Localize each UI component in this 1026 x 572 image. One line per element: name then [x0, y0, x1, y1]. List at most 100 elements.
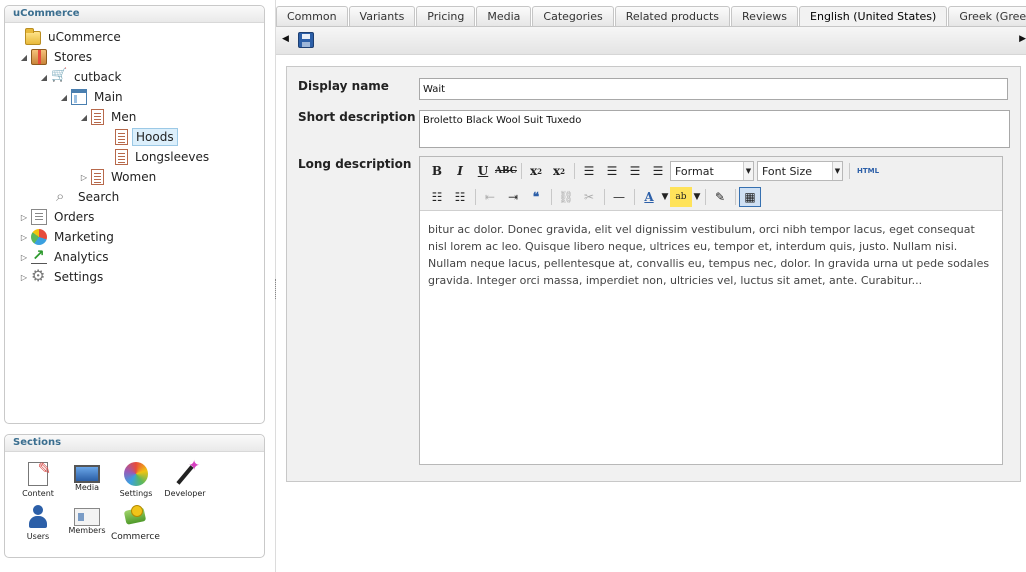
align-left-icon[interactable]: ☰ [578, 161, 600, 181]
expanded-arrow-icon[interactable]: ◢ [79, 113, 89, 122]
tab-common[interactable]: Common [276, 6, 348, 26]
line-chart-icon [31, 246, 47, 265]
collapsed-arrow-icon[interactable]: ▷ [19, 253, 29, 262]
collapsed-arrow-icon[interactable]: ▷ [19, 273, 29, 282]
long-description-label: Long description [298, 157, 412, 171]
tree-node-cutback[interactable]: ◢ cutback [39, 68, 124, 86]
tab-variants[interactable]: Variants [348, 6, 416, 26]
outdent-icon[interactable]: ⇤ [479, 187, 501, 207]
section-label: Settings [119, 489, 153, 498]
shopping-cart-icon [51, 68, 67, 85]
superscript-icon[interactable]: x2 [548, 161, 570, 181]
font-size-select[interactable]: Font Size ▼ [757, 161, 843, 181]
expanded-arrow-icon[interactable]: ◢ [19, 53, 29, 62]
tab-categories[interactable]: Categories [532, 6, 614, 26]
user-icon [25, 505, 51, 529]
tree-node-settings[interactable]: ▷ Settings [19, 266, 106, 286]
underline-icon[interactable]: U [472, 161, 494, 181]
tree-node-marketing[interactable]: ▷ Marketing [19, 228, 117, 246]
numbered-list-icon[interactable]: ☷ [449, 187, 471, 207]
align-center-icon[interactable]: ☰ [601, 161, 623, 181]
tab-greek-greece[interactable]: Greek (Greece) [948, 6, 1026, 26]
sections-panel-title: Sections [5, 435, 264, 452]
bullet-list-icon[interactable]: ☷ [426, 187, 448, 207]
tab-english-united-states[interactable]: English (United States) [799, 6, 948, 26]
indent-icon[interactable]: ⇥ [502, 187, 524, 207]
section-media[interactable]: Media [63, 462, 111, 492]
chevron-down-icon[interactable]: ▼ [693, 187, 701, 207]
collapsed-arrow-icon[interactable]: ▷ [19, 233, 29, 242]
tab-media[interactable]: Media [476, 6, 532, 26]
chevron-down-icon[interactable]: ▼ [661, 187, 669, 207]
tree-node-longsleeves[interactable]: Longsleeves [103, 148, 212, 166]
short-description-label: Short description [298, 110, 416, 124]
product-tabs: Common Variants Pricing Media Categories… [276, 6, 1026, 26]
section-users[interactable]: Users [14, 505, 62, 541]
tree-node-search[interactable]: Search [43, 187, 122, 206]
tree-node-hoods[interactable]: Hoods [103, 128, 178, 146]
tab-pricing[interactable]: Pricing [416, 6, 476, 26]
tree-node-label: Search [78, 190, 120, 204]
splitter-grip[interactable] [275, 279, 278, 299]
align-right-icon[interactable]: ☰ [624, 161, 646, 181]
unlink-icon[interactable]: ✂ [578, 187, 600, 207]
collapsed-arrow-icon[interactable]: ▷ [79, 173, 89, 182]
tree-node-men[interactable]: ◢ Men [79, 108, 139, 126]
display-name-input[interactable] [419, 78, 1008, 100]
product-form: Display name Short description Broletto … [286, 66, 1021, 482]
tree-node-label: Longsleeves [135, 150, 210, 164]
tab-reviews[interactable]: Reviews [731, 6, 799, 26]
tree-node-label: Analytics [54, 250, 109, 264]
category-icon [115, 129, 128, 145]
bold-icon[interactable]: B [426, 161, 448, 181]
collapsed-arrow-icon[interactable]: ▷ [19, 213, 29, 222]
tree-node-main[interactable]: ◢ Main [59, 88, 126, 106]
tree-node-ucommerce[interactable]: uCommerce [13, 28, 124, 46]
expanded-arrow-icon[interactable]: ◢ [59, 93, 69, 102]
members-card-icon [74, 508, 100, 526]
font-size-select-value: Font Size [762, 164, 813, 178]
link-icon[interactable]: ⛓ [555, 187, 577, 207]
section-content[interactable]: Content [14, 459, 62, 498]
tree-node-label: Women [111, 170, 157, 184]
align-justify-icon[interactable]: ☰ [647, 161, 669, 181]
tree-node-label: Hoods [132, 128, 178, 146]
chevron-down-icon: ▼ [832, 162, 842, 180]
tree-node-label: Orders [54, 210, 95, 224]
html-source-button[interactable]: HTML [857, 167, 879, 175]
section-label: Content [22, 489, 54, 498]
scroll-left-icon[interactable]: ◀ [282, 34, 289, 44]
tree-node-analytics[interactable]: ▷ Analytics [19, 246, 112, 266]
section-label: Developer [164, 489, 206, 498]
format-select[interactable]: Format ▼ [670, 161, 754, 181]
section-settings[interactable]: Settings [112, 462, 160, 498]
section-commerce[interactable]: Commerce [111, 505, 160, 542]
commerce-money-icon [122, 505, 148, 529]
panel-splitter[interactable] [275, 0, 276, 572]
blockquote-icon[interactable]: ❝ [525, 187, 547, 207]
tree-node-orders[interactable]: ▷ Orders [19, 208, 97, 226]
horizontal-rule-icon[interactable]: — [608, 187, 630, 207]
search-icon [55, 187, 71, 205]
expanded-arrow-icon[interactable]: ◢ [39, 73, 49, 82]
tree-node-women[interactable]: ▷ Women [79, 168, 159, 186]
developer-wand-icon [172, 458, 200, 486]
text-color-icon[interactable]: A [638, 187, 660, 207]
save-icon[interactable] [298, 32, 314, 48]
short-description-textarea[interactable]: Broletto Black Wool Suit Tuxedo [419, 110, 1010, 148]
section-developer[interactable]: Developer [161, 458, 209, 498]
section-members[interactable]: Members [63, 505, 111, 535]
orders-icon [31, 209, 47, 225]
italic-icon[interactable]: I [449, 161, 471, 181]
format-select-value: Format [675, 164, 714, 178]
tree-node-stores[interactable]: ◢ Stores [19, 48, 95, 66]
table-icon[interactable]: ▦ [739, 187, 761, 207]
highlight-color-icon[interactable]: ab [670, 187, 692, 207]
subscript-icon[interactable]: x2 [525, 161, 547, 181]
tab-related-products[interactable]: Related products [614, 6, 731, 26]
tree-node-label: Marketing [54, 230, 114, 244]
scroll-right-icon[interactable]: ▶ [1019, 34, 1026, 44]
edit-image-icon[interactable]: ✎ [709, 187, 731, 207]
long-description-content[interactable]: bitur ac dolor. Donec gravida, elit vel … [420, 211, 1002, 299]
strikethrough-icon[interactable]: ABC [495, 161, 517, 181]
